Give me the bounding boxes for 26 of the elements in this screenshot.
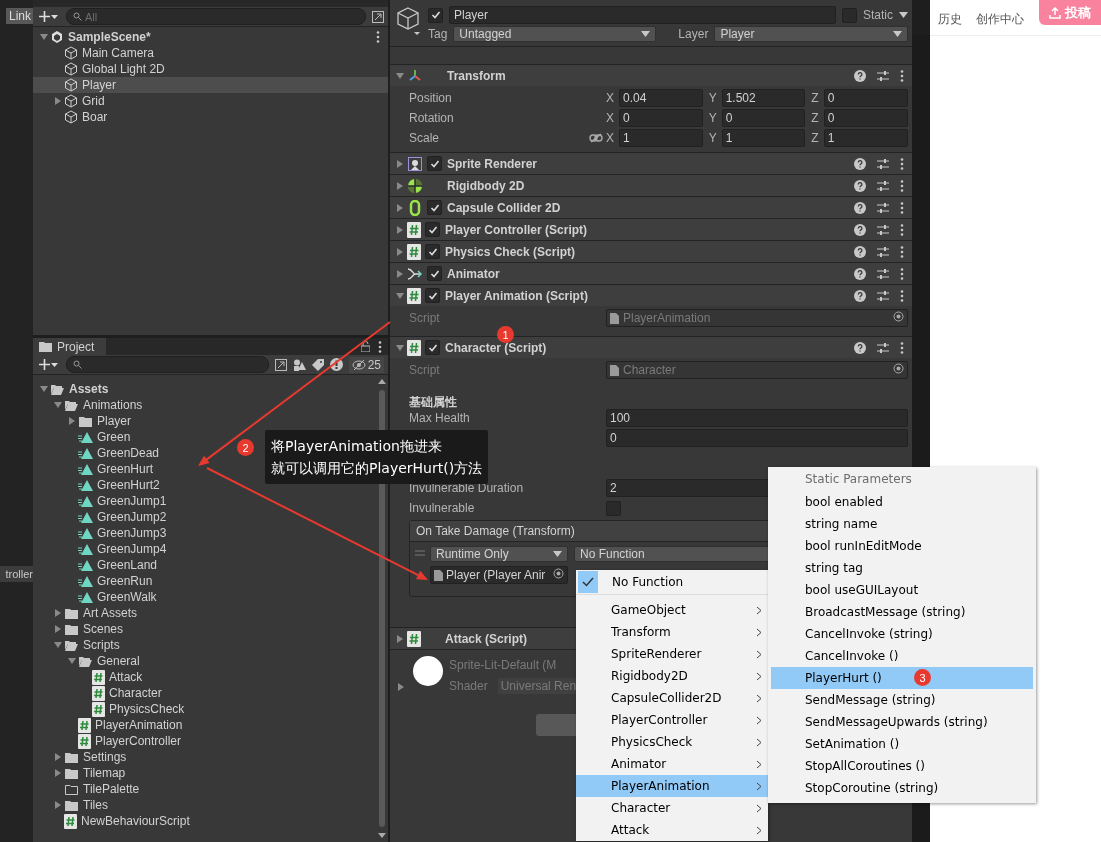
- static-label: Static: [863, 8, 893, 22]
- layer-label: Layer: [678, 27, 709, 41]
- field-label: Rotation: [409, 111, 455, 125]
- field-label: Invulnerable Duration: [409, 481, 525, 495]
- field-label: Invulnerable: [409, 501, 476, 515]
- script-field: Character: [606, 361, 908, 379]
- field-label: Script: [409, 311, 441, 325]
- axis-label: Z: [811, 111, 819, 125]
- field-label: Script: [409, 363, 441, 377]
- section-header: 基础属性: [408, 394, 458, 408]
- axis-label: X: [606, 91, 614, 105]
- axis-label: Y: [708, 111, 717, 125]
- axis-label: X: [606, 131, 614, 145]
- axis-label: Z: [811, 91, 819, 105]
- axis-label: Z: [811, 131, 819, 145]
- axis-label: Y: [708, 131, 717, 145]
- tag-label: Tag: [428, 27, 448, 41]
- annotation-callout: 将PlayerAnimation拖进来 就可以调用它的PlayerHurt()方法: [265, 430, 489, 484]
- field-label: Position: [409, 91, 453, 105]
- script-field: PlayerAnimation: [606, 309, 908, 327]
- shader-label: Shader: [449, 679, 488, 693]
- material-name: Sprite-Lit-Default (M: [449, 658, 558, 672]
- axis-label: X: [606, 111, 614, 125]
- field-label: Max Health: [409, 411, 471, 425]
- field-label: Scale: [409, 131, 441, 145]
- axis-label: Y: [708, 91, 717, 105]
